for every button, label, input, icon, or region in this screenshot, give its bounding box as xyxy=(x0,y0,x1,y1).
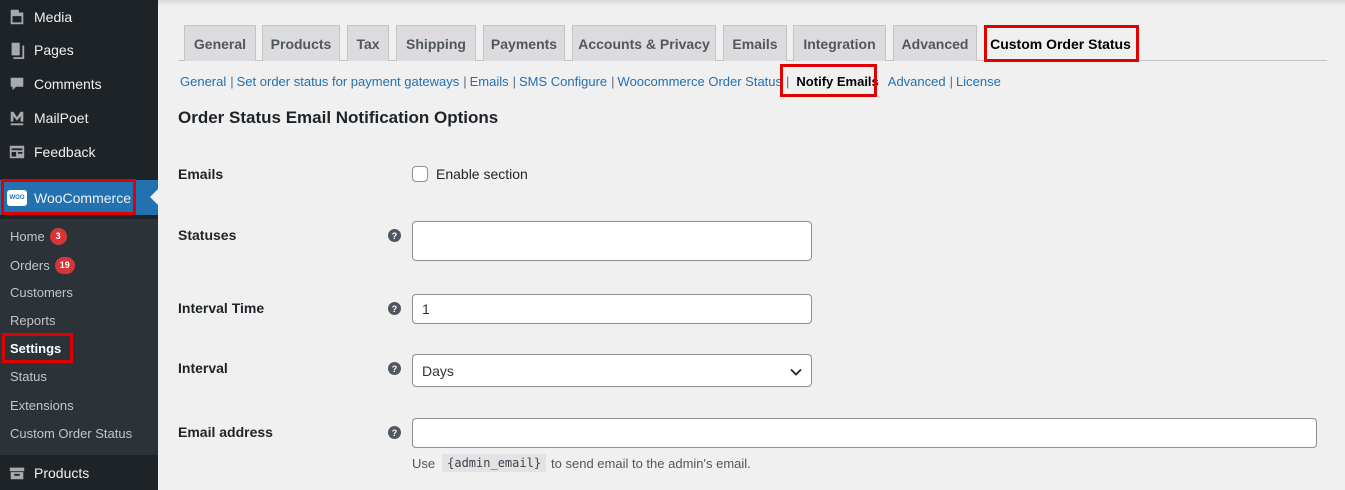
help-icon[interactable]: ? xyxy=(388,302,401,315)
menu-item-comments[interactable]: Comments xyxy=(0,67,158,101)
help-icon[interactable]: ? xyxy=(388,362,401,375)
admin-sidebar: Media Pages Comments MailPoet Feedback W… xyxy=(0,0,158,490)
desc-prefix: Use xyxy=(412,455,436,471)
menu-label: Products xyxy=(34,464,90,481)
tab-general[interactable]: General xyxy=(184,25,256,61)
pages-icon xyxy=(7,40,27,60)
notification-badge: 3 xyxy=(49,227,67,245)
menu-item-mailpoet[interactable]: MailPoet xyxy=(0,101,158,135)
separator: | xyxy=(949,73,953,89)
woocommerce-submenu: Home 3 Orders 19 Customers Reports Setti… xyxy=(0,219,158,455)
submenu-label: Home xyxy=(10,228,45,244)
subsection-payment-gateways[interactable]: Set order status for payment gateways xyxy=(237,74,460,89)
submenu-item-home[interactable]: Home 3 xyxy=(10,226,67,246)
subsection-woocommerce-order-status[interactable]: Woocommerce Order Status xyxy=(618,74,782,89)
subsection-sms-configure[interactable]: SMS Configure xyxy=(519,74,607,89)
emails-label: Emails xyxy=(178,166,224,182)
submenu-item-status[interactable]: Status xyxy=(10,366,47,386)
tab-custom-order-status[interactable]: Custom Order Status xyxy=(984,25,1137,62)
tab-advanced[interactable]: Advanced xyxy=(893,25,977,61)
submenu-item-custom-order-status[interactable]: Custom Order Status xyxy=(10,423,132,443)
email-address-input[interactable] xyxy=(412,418,1317,448)
interval-label: Interval xyxy=(178,360,228,376)
menu-label: Media xyxy=(34,9,73,25)
tab-tax[interactable]: Tax xyxy=(347,25,389,61)
tab-payments[interactable]: Payments xyxy=(483,25,565,61)
admin-email-placeholder-code: {admin_email} xyxy=(442,454,547,472)
email-address-label: Email address xyxy=(178,424,273,440)
submenu-item-settings[interactable]: Settings xyxy=(10,338,61,358)
menu-item-feedback[interactable]: Feedback xyxy=(0,135,158,169)
subsection-advanced[interactable]: Advanced xyxy=(888,74,946,89)
tab-emails[interactable]: Emails xyxy=(723,25,787,61)
mailpoet-icon xyxy=(7,108,27,128)
separator: | xyxy=(463,73,467,89)
enable-section-checkbox[interactable] xyxy=(412,166,428,182)
section-title: Order Status Email Notification Options xyxy=(178,108,499,127)
interval-time-label: Interval Time xyxy=(178,300,265,316)
separator: | xyxy=(230,73,234,89)
products-icon xyxy=(7,463,27,483)
subsection-notify-emails[interactable]: Notify Emails xyxy=(796,74,878,89)
menu-item-products[interactable]: Products xyxy=(0,455,158,490)
submenu-item-orders[interactable]: Orders 19 xyxy=(10,255,75,275)
enable-section-label[interactable]: Enable section xyxy=(436,166,528,182)
woocommerce-icon: WOO xyxy=(7,189,27,206)
tab-shipping[interactable]: Shipping xyxy=(396,25,476,61)
interval-selected-value: Days xyxy=(422,362,454,379)
menu-label: Pages xyxy=(34,42,74,58)
separator: | xyxy=(611,73,615,89)
submenu-item-extensions[interactable]: Extensions xyxy=(10,395,74,415)
current-menu-arrow xyxy=(150,189,158,205)
top-shadow xyxy=(158,0,1345,6)
comments-icon xyxy=(7,74,27,94)
statuses-label: Statuses xyxy=(178,227,237,243)
menu-label: WooCommerce xyxy=(34,189,131,206)
interval-select[interactable]: Days xyxy=(412,354,812,387)
menu-item-media[interactable]: Media xyxy=(0,0,158,34)
tab-products[interactable]: Products xyxy=(262,25,340,61)
menu-item-pages[interactable]: Pages xyxy=(0,33,158,67)
subsection-emails[interactable]: Emails xyxy=(470,74,509,89)
chevron-down-icon xyxy=(790,368,802,376)
notification-badge: 19 xyxy=(54,256,75,274)
submenu-item-customers[interactable]: Customers xyxy=(10,282,73,302)
email-address-description: Use {admin_email} to send email to the a… xyxy=(412,454,751,472)
statuses-input[interactable] xyxy=(412,221,812,261)
media-icon xyxy=(7,7,27,27)
menu-label: MailPoet xyxy=(34,110,89,126)
subsection-links: General | Set order status for payment ga… xyxy=(180,72,1001,90)
menu-label: Comments xyxy=(34,76,102,92)
tab-accounts-privacy[interactable]: Accounts & Privacy xyxy=(572,25,716,61)
tab-integration[interactable]: Integration xyxy=(793,25,886,61)
settings-tabs: General Products Tax Shipping Payments A… xyxy=(178,25,1327,62)
desc-suffix: to send email to the admin's email. xyxy=(551,455,751,471)
subsection-general[interactable]: General xyxy=(180,74,226,89)
interval-time-input[interactable]: 1 xyxy=(412,294,812,324)
menu-item-woocommerce[interactable]: WOO WooCommerce xyxy=(0,180,158,215)
menu-label: Feedback xyxy=(34,144,96,160)
submenu-item-reports[interactable]: Reports xyxy=(10,310,56,330)
help-icon[interactable]: ? xyxy=(388,426,401,439)
feedback-icon xyxy=(7,142,27,162)
separator: | xyxy=(786,73,790,89)
help-icon[interactable]: ? xyxy=(388,229,401,242)
subsection-license[interactable]: License xyxy=(956,74,1001,89)
submenu-label: Orders xyxy=(10,257,50,273)
separator: | xyxy=(512,73,516,89)
